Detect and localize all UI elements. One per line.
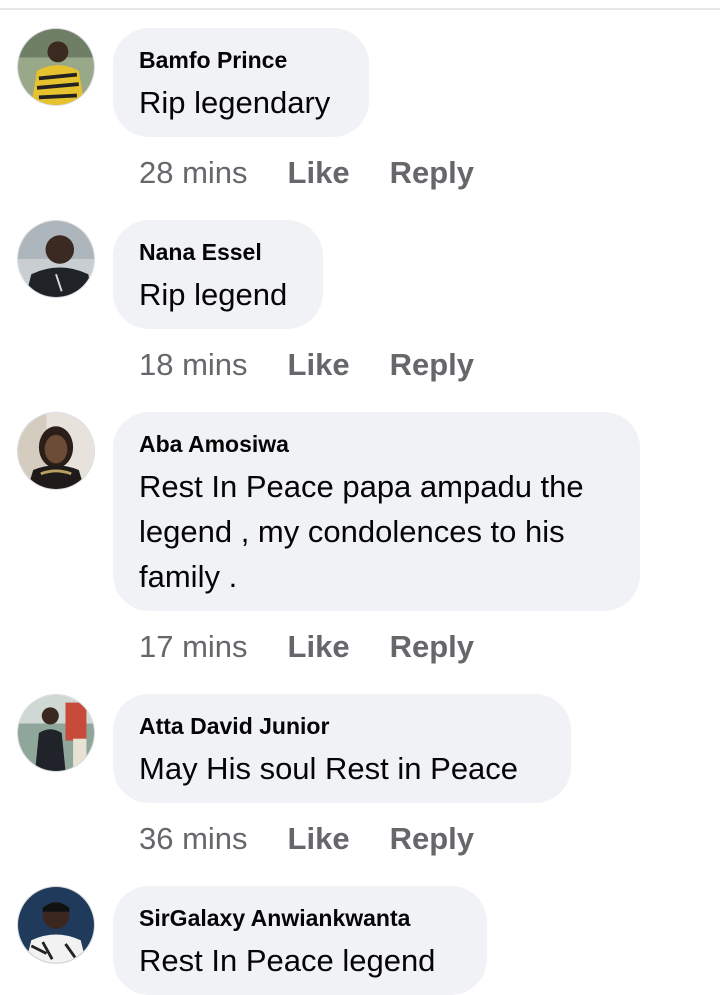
comment-text: Rest In Peace legend — [139, 943, 436, 978]
reply-button[interactable]: Reply — [390, 153, 474, 193]
like-button[interactable]: Like — [288, 627, 350, 667]
comment-text: May His soul Rest in Peace — [139, 751, 519, 786]
comment-bubble: SirGalaxy Anwiankwanta Rest In Peace leg… — [113, 886, 487, 995]
avatar-photo — [18, 887, 94, 963]
comment-bubble: Aba Amosiwa Rest In Peace papa ampadu th… — [113, 412, 640, 611]
avatar[interactable] — [17, 412, 95, 490]
comment-author[interactable]: Nana Essel — [139, 238, 297, 266]
comment-author[interactable]: SirGalaxy Anwiankwanta — [139, 904, 461, 932]
comment-author[interactable]: Atta David Junior — [139, 712, 545, 740]
comment-actions: 36 mins Like Reply — [139, 819, 514, 859]
avatar[interactable] — [17, 886, 95, 964]
comment-bubble: Atta David Junior May His soul Rest in P… — [113, 694, 571, 803]
comment-timestamp[interactable]: 17 mins — [139, 627, 248, 667]
comment-bubble: Bamfo Prince Rip legendary — [113, 28, 369, 137]
like-button[interactable]: Like — [288, 153, 350, 193]
comment-timestamp[interactable]: 18 mins — [139, 345, 248, 385]
comment-actions: 18 mins Like Reply — [139, 345, 514, 385]
comment-text: Rest In Peace papa ampadu the legend , m… — [139, 469, 584, 594]
reply-button[interactable]: Reply — [390, 627, 474, 667]
top-divider — [0, 8, 720, 10]
comment-timestamp[interactable]: 36 mins — [139, 819, 248, 859]
comment-text: Rip legend — [139, 277, 288, 312]
comment-author[interactable]: Aba Amosiwa — [139, 430, 614, 458]
avatar-photo — [18, 413, 94, 489]
reply-button[interactable]: Reply — [390, 819, 474, 859]
like-button[interactable]: Like — [288, 819, 350, 859]
avatar-photo — [18, 695, 94, 771]
avatar[interactable] — [17, 220, 95, 298]
comment-text: Rip legendary — [139, 85, 331, 120]
avatar-photo — [18, 221, 94, 297]
avatar[interactable] — [17, 28, 95, 106]
comment-actions: 17 mins Like Reply — [139, 627, 514, 667]
comment-bubble: Nana Essel Rip legend — [113, 220, 323, 329]
avatar-photo — [18, 29, 94, 105]
comment-author[interactable]: Bamfo Prince — [139, 46, 343, 74]
reply-button[interactable]: Reply — [390, 345, 474, 385]
like-button[interactable]: Like — [288, 345, 350, 385]
avatar[interactable] — [17, 694, 95, 772]
comment-timestamp[interactable]: 28 mins — [139, 153, 248, 193]
comment-actions: 28 mins Like Reply — [139, 153, 514, 193]
